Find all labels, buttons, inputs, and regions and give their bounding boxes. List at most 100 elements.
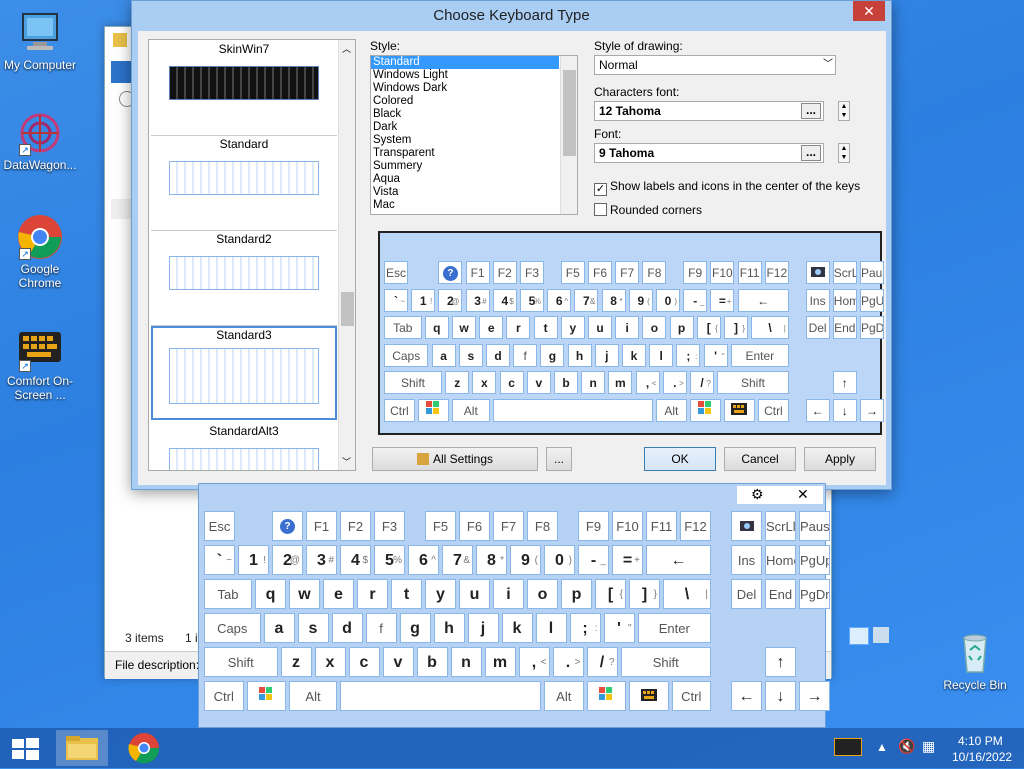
preview-key-lbr[interactable]: [{ [696, 316, 721, 339]
osk-key-n0[interactable]: 0) [544, 545, 575, 575]
osk-key-del[interactable]: Del [731, 579, 762, 609]
osk-key-n2[interactable]: 2 @ [272, 545, 303, 575]
preview-key-grave[interactable]: ` ~ [384, 288, 408, 312]
preview-key-w[interactable]: w [452, 316, 476, 339]
preview-key-caps[interactable]: Caps [384, 343, 429, 367]
details-view-icon[interactable] [849, 627, 869, 645]
preview-key-period[interactable]: . > [662, 371, 687, 394]
osk-key-n7[interactable]: 7 & [442, 545, 473, 575]
osk-key-y[interactable]: y [425, 579, 456, 609]
preview-key-semi[interactable]: ;: [676, 343, 701, 367]
preview-key-o[interactable]: o [642, 316, 667, 339]
osk-key-f9[interactable]: F9 [578, 511, 609, 541]
characters-font-browse-button[interactable]: ... [801, 103, 821, 119]
keyboard-thumbnail-list[interactable]: SkinWin7 Standard Standard2 Standard3 St… [148, 39, 356, 471]
osk-key-help[interactable]: ? [272, 511, 303, 541]
scroll-up-icon[interactable]: ︿ [342, 42, 351, 55]
osk-key-quote[interactable]: ' " [603, 613, 635, 643]
osk-key-caps[interactable]: Caps [204, 613, 261, 643]
preview-key-n4[interactable]: 4 $ [492, 288, 517, 312]
chrome-taskbar-button[interactable] [118, 730, 170, 766]
osk-key-scrl[interactable]: ScrLl [765, 511, 796, 541]
style-option[interactable]: Mac [371, 199, 577, 212]
style-option[interactable]: Windows Dark [371, 82, 577, 95]
preview-key-n3[interactable]: 3 # [465, 288, 490, 312]
preview-key-del[interactable]: Del [805, 316, 830, 339]
osk-key-x[interactable]: x [314, 647, 346, 677]
osk-key-up[interactable]: ↑ [765, 647, 796, 677]
preview-keyboard-key-icon[interactable] [724, 398, 755, 422]
preview-key-minus[interactable]: - _ [683, 288, 708, 312]
osk-key-f2[interactable]: F2 [340, 511, 371, 541]
style-option[interactable]: Standard [371, 56, 559, 69]
desktop-icon-recycle-bin[interactable]: Recycle Bin [935, 630, 1015, 692]
osk-windows-key-icon[interactable] [586, 681, 626, 711]
style-option[interactable]: System [371, 134, 577, 147]
preview-key-home[interactable]: Hom [832, 288, 857, 312]
preview-key-equal[interactable]: = + [710, 288, 735, 312]
osk-key-t[interactable]: t [391, 579, 422, 609]
osk-key-f5[interactable]: F5 [425, 511, 456, 541]
start-button[interactable] [0, 730, 50, 766]
osk-key-g[interactable]: g [399, 613, 431, 643]
osk-key-paus[interactable]: Paus [799, 511, 830, 541]
preview-key-v[interactable]: v [526, 371, 551, 394]
osk-key-grave[interactable]: ` ~ [204, 545, 235, 575]
preview-key-f11[interactable]: F11 [737, 261, 762, 284]
preview-key-h[interactable]: h [567, 343, 592, 367]
desktop-icon-comfort-osk[interactable]: ↗ Comfort On-Screen ... [0, 326, 80, 402]
osk-key-n4[interactable]: 4 $ [340, 545, 371, 575]
osk-key-l[interactable]: l [535, 613, 567, 643]
osk-key-n1[interactable]: 1! [238, 545, 269, 575]
osk-key-comma[interactable]: , < [518, 647, 550, 677]
osk-key-equal[interactable]: = + [612, 545, 643, 575]
preview-key-paus[interactable]: Paus [860, 261, 884, 284]
preview-key-shift[interactable]: Shift [717, 371, 789, 394]
style-option[interactable]: Windows Light [371, 69, 577, 82]
preview-key-n0[interactable]: 0) [656, 288, 680, 312]
preview-key-scrl[interactable]: ScrLl [832, 261, 857, 284]
preview-key-m[interactable]: m [608, 371, 633, 394]
preview-key-slash[interactable]: /? [690, 371, 714, 394]
preview-key-quote[interactable]: ' " [703, 343, 728, 367]
rounded-corners-checkbox[interactable]: Rounded corners [594, 203, 702, 217]
all-settings-button[interactable]: All Settings [372, 447, 538, 471]
osk-key-s[interactable]: s [297, 613, 329, 643]
osk-key-m[interactable]: m [484, 647, 516, 677]
preview-key-n6[interactable]: 6 ^ [547, 288, 572, 312]
osk-key-f10[interactable]: F10 [612, 511, 643, 541]
preview-key-n8[interactable]: 8 * [601, 288, 626, 312]
thumbnail-standardalt3[interactable]: StandardAlt3 [151, 424, 337, 470]
osk-key-c[interactable]: c [348, 647, 380, 677]
preview-key-u[interactable]: u [588, 316, 612, 339]
osk-key-f12[interactable]: F12 [680, 511, 711, 541]
thumbnail-skinwin7[interactable]: SkinWin7 [151, 42, 337, 136]
preview-key-l[interactable]: l [649, 343, 674, 367]
osk-key-h[interactable]: h [433, 613, 465, 643]
preview-key-backspace[interactable]: ← [737, 288, 789, 312]
preview-key-shift[interactable]: Shift [384, 371, 442, 394]
preview-key-t[interactable]: t [533, 316, 558, 339]
font-browse-button[interactable]: ... [801, 145, 821, 161]
osk-key-z[interactable]: z [280, 647, 312, 677]
font-spinner[interactable]: ▲ ▼ [838, 143, 850, 163]
preview-key-f12[interactable]: F12 [764, 261, 789, 284]
osk-key-shift[interactable]: Shift [620, 647, 711, 677]
osk-screenshot-key-icon[interactable] [731, 511, 762, 541]
preview-screenshot-key-icon[interactable] [805, 261, 830, 284]
style-option[interactable]: Dark [371, 121, 577, 134]
cancel-button[interactable]: Cancel [724, 447, 796, 471]
preview-key-n[interactable]: n [581, 371, 606, 394]
osk-key-lbr[interactable]: [{ [595, 579, 626, 609]
osk-key-n9[interactable]: 9( [510, 545, 541, 575]
preview-key-n9[interactable]: 9( [628, 288, 653, 312]
osk-key-left[interactable]: ← [731, 681, 762, 711]
desktop-icon-my-computer[interactable]: My Computer [0, 10, 80, 72]
osk-key-home[interactable]: Home [765, 545, 796, 575]
preview-key-enter[interactable]: Enter [730, 343, 789, 367]
osk-key-q[interactable]: q [255, 579, 286, 609]
osk-key-b[interactable]: b [416, 647, 448, 677]
preview-key-b[interactable]: b [554, 371, 578, 394]
scrollbar-thumb[interactable] [563, 70, 576, 156]
preview-key-pgup[interactable]: PgUp [860, 288, 884, 312]
